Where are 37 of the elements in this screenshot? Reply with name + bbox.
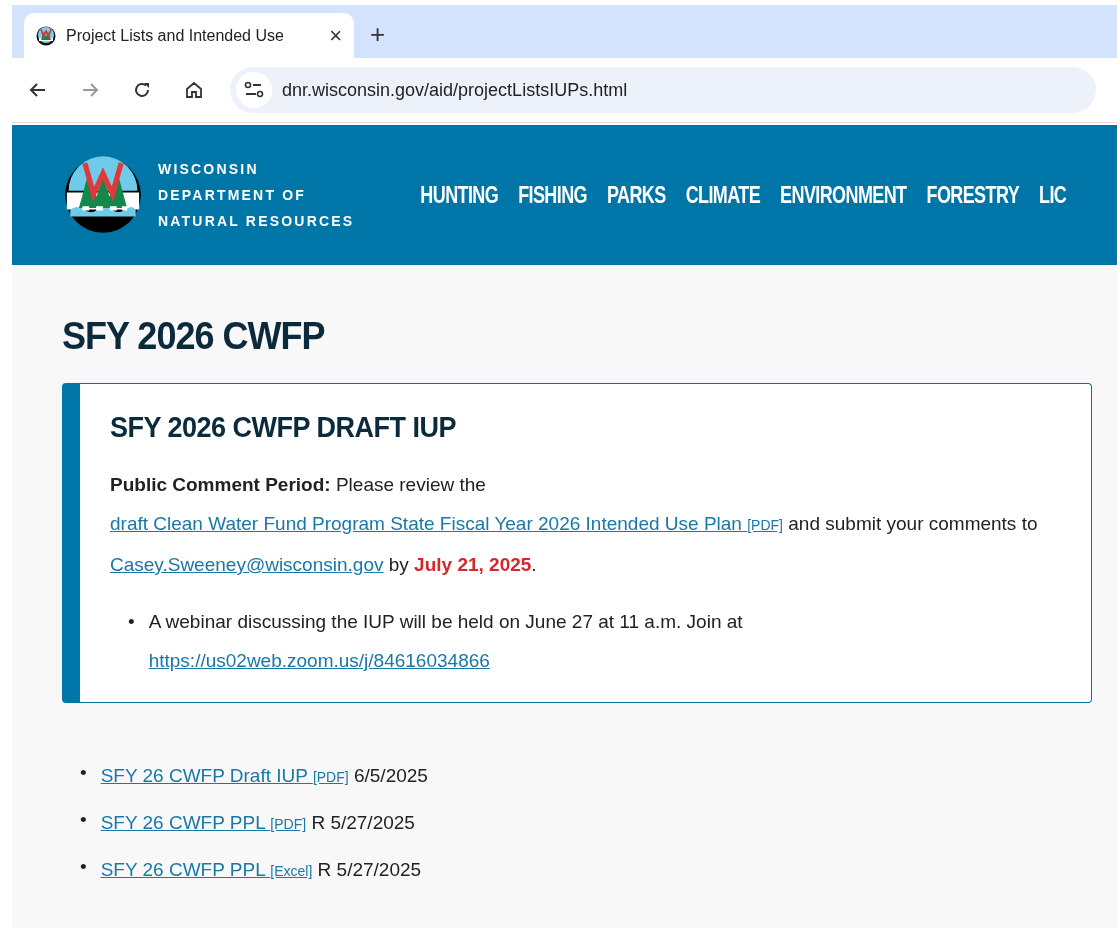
webinar-link[interactable]: https://us02web.zoom.us/j/84616034866 [148,650,490,671]
bullet-marker: • [128,610,135,634]
nav-link[interactable]: LIC [1039,180,1067,210]
nav-link[interactable]: HUNTING [420,180,499,210]
nav-link[interactable]: PARKS [606,180,666,210]
reload-icon[interactable] [132,80,152,100]
url-text: dnr.wisconsin.gov/aid/projectListsIUPs.html [282,79,628,101]
site-settings-icon[interactable] [236,72,272,108]
tab-title: Project Lists and Intended Use [66,26,285,45]
nav-link[interactable]: ENVIRONMENT [780,180,907,210]
intended-use-plan-link[interactable]: draft Clean Water Fund Program State Fiscal Year 2026 Intended Use Plan [PDF] [110,513,783,534]
browser-tab[interactable]: Project Lists and Intended Use × [24,13,354,58]
comment-paragraph: Public Comment Period: Please review the draft Clean Water Fund Program State Fiscal Year 2026 Intended Use Plan [PDF] and submit your comments to Casey.Sweeney@wisconsin.gov by July 21, 2025. [110,473,1039,577]
bullet-marker: • [80,808,87,832]
document-date: R 5/27/2025 [317,859,422,880]
notice-title: SFY 2026 CWFP DRAFT IUP [110,410,458,445]
new-tab-button[interactable]: + [370,19,386,50]
email-link[interactable]: Casey.Sweeney@wisconsin.gov [110,554,384,575]
webinar-text: A webinar discussing the IUP will be held on June 27 at 11 a.m. Join at [148,611,743,632]
page-title: SFY 2026 CWFP [62,312,326,360]
organization-name: NATURAL RESOURCES [158,212,355,231]
document-link[interactable]: SFY 26 CWFP Draft IUP [PDF] [100,765,349,786]
organization-name: WISCONSIN [158,160,260,179]
document-link[interactable]: SFY 26 CWFP PPL [Excel] [100,859,313,880]
nav-link[interactable]: CLIMATE [685,180,761,210]
home-icon[interactable] [184,80,204,100]
bullet-marker: • [80,855,87,879]
logo-icon [36,25,56,46]
bullet-marker: • [80,761,87,785]
nav-link[interactable]: FORESTRY [926,180,1020,210]
nav-link[interactable]: FISHING [518,180,587,210]
address-bar[interactable]: dnr.wisconsin.gov/aid/projectListsIUPs.html [230,67,1096,113]
document-date: R 5/27/2025 [311,812,415,833]
document-date: 6/5/2025 [353,765,428,786]
document-link[interactable]: SFY 26 CWFP PPL [PDF] [100,812,307,833]
close-tab-button[interactable]: × [329,22,342,49]
organization-name: DEPARTMENT OF [158,186,308,205]
